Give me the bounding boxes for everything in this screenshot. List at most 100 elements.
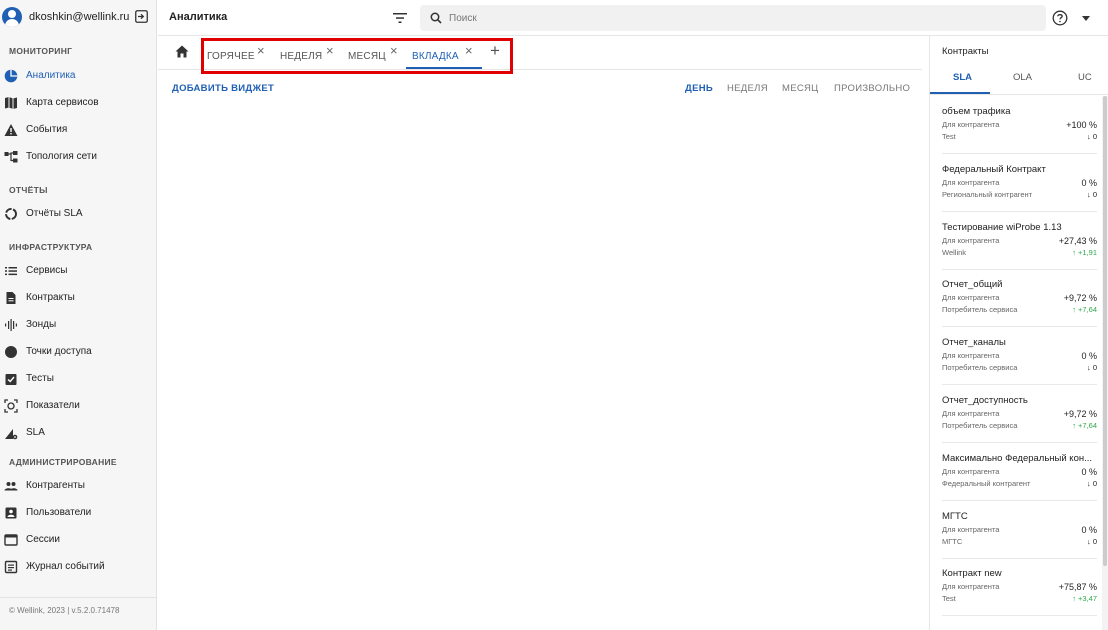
list-icon [5,267,17,276]
contract-delta: ↑ +3,47 [1072,594,1097,604]
divider [930,94,1108,95]
contract-card[interactable]: Контракт new Для контрагента +75,87 % Test ↑… [942,568,1097,626]
sidebar-item-services[interactable]: Сервисы [0,260,157,282]
tab-sla[interactable]: SLA [953,72,972,83]
contract-name: Отчет_каналы [942,337,1006,349]
sidebar-item-access-points[interactable]: Точки доступа [0,341,157,363]
contract-counterparty: Test [942,132,956,141]
contract-label: Для контрагента [942,582,1000,592]
contract-value: +100 % [1066,120,1097,130]
user-email[interactable]: dkoshkin@wellink.ru [29,11,129,23]
checklist-icon [5,374,17,385]
search-input[interactable] [449,9,1029,27]
sidebar-item-events[interactable]: События [0,119,157,141]
contract-card[interactable]: Отчет_доступность Для контрагента +9,72 % П… [942,395,1097,453]
sidebar-item-probes[interactable]: Зонды [0,314,157,336]
filter-icon[interactable] [393,12,407,24]
highlight-annotation [201,38,513,74]
contract-card[interactable]: Отчет_общий Для контрагента +9,72 % Потреби… [942,279,1097,337]
sidebar-item-indicators[interactable]: Показатели [0,395,157,417]
version-footer: © Wellink, 2023 | v.5.2.0.71478 [9,606,120,615]
page-title: Аналитика [169,11,228,23]
pie-chart-icon [4,69,18,83]
sidebar-item-label: Отчёты SLA [26,208,83,219]
period-day-button[interactable]: ДЕНЬ [685,83,713,94]
sidebar-item-topology[interactable]: Топология сети [0,146,157,168]
add-widget-button[interactable]: ДОБАВИТЬ ВИДЖЕТ [172,83,274,94]
sidebar-item-tests[interactable]: Тесты [0,368,157,390]
scrollbar-thumb[interactable] [1103,96,1107,566]
contract-label: Для контрагента [942,293,1000,303]
sidebar-item-service-map[interactable]: Карта сервисов [0,92,157,114]
contract-delta: ↓ 0 [1086,363,1097,373]
sidebar-item-counterparties[interactable]: Контрагенты [0,475,157,497]
divider [942,499,1097,501]
contract-card[interactable]: Отчет_каналы Для контрагента 0 % Потребител… [942,337,1097,395]
contract-counterparty: Потребитель сервиса [942,305,1018,315]
search-box[interactable] [420,5,1046,31]
contract-card[interactable]: МГТС Для контрагента 0 % МГТС ↓ 0 [942,511,1097,569]
home-icon[interactable] [175,45,189,58]
contract-delta: ↑ +7,64 [1072,421,1097,430]
contract-name: Максимально Федеральный кон... [942,452,1093,464]
contract-delta: ↓ 0 [1086,189,1097,199]
sidebar: dkoshkin@wellink.ru МОНИТОРИНГ Аналитика… [0,0,157,630]
warning-icon [4,124,18,136]
tab-uc[interactable]: UC [1078,72,1092,83]
sidebar-item-analytics[interactable]: Аналитика [0,65,157,87]
signal-icon [5,319,17,331]
contract-delta: ↓ 0 [1086,132,1097,141]
contract-value: 0 % [1081,524,1097,535]
sidebar-item-label: Показатели [26,400,80,411]
period-month-button[interactable]: МЕСЯЦ [782,83,819,94]
contract-value: +27,43 % [1058,235,1097,246]
contract-name: объем трафика [942,106,1011,117]
sidebar-item-label: Топология сети [26,151,97,162]
sidebar-item-label: Контракты [26,292,75,303]
contract-card[interactable]: объем трафика Для контрагента +100 % Test ↓ … [942,106,1097,164]
chevron-down-icon[interactable] [1082,16,1090,21]
contract-counterparty: Потребитель сервиса [942,363,1018,373]
divider [942,210,1097,212]
sidebar-item-label: SLA [26,427,45,438]
section-administration: АДМИНИСТРИРОВАНИЕ [9,457,117,467]
contract-label: Для контрагента [942,177,1000,187]
user-menu[interactable]: dkoshkin@wellink.ru [0,0,157,36]
contract-value: 0 % [1081,466,1097,477]
panel-title: Контракты [942,46,989,57]
divider [942,268,1097,270]
contract-counterparty: Федеральный контрагент [942,478,1031,488]
sidebar-item-sla-reports[interactable]: Отчёты SLA [0,203,157,225]
contract-name: МГТС [942,510,968,522]
contract-card[interactable]: Федеральный Контракт Для контрагента 0 % Ре… [942,164,1097,222]
sidebar-item-sla[interactable]: SLA [0,422,157,444]
contract-counterparty: Региональный контрагент [942,189,1033,199]
contract-name: Федеральный Контракт [942,163,1046,175]
tab-ola[interactable]: OLA [1013,72,1032,83]
period-custom-button[interactable]: ПРОИЗВОЛЬНО [834,83,910,94]
divider [942,384,1097,386]
collapse-sidebar-icon[interactable] [135,10,148,23]
divider [942,153,1097,154]
sidebar-item-contracts[interactable]: Контракты [0,287,157,309]
sidebar-item-label: События [26,124,68,135]
period-week-button[interactable]: НЕДЕЛЯ [727,83,768,94]
sidebar-item-event-log[interactable]: Журнал событий [0,556,157,578]
contract-value: +75,87 % [1058,582,1097,593]
sidebar-item-users[interactable]: Пользователи [0,502,157,524]
contract-label: Для контрагента [942,409,1000,418]
contract-counterparty: Потребитель сервиса [942,421,1018,430]
contract-name: Контракт new [942,568,1002,580]
help-icon[interactable] [1052,10,1068,26]
contract-card[interactable]: Тестирование wiProbe 1.13 Для контрагента… [942,222,1097,280]
contract-card[interactable]: Максимально Федеральный кон... Для контра… [942,453,1097,511]
search-icon [430,12,442,24]
sidebar-item-sessions[interactable]: Сессии [0,529,157,551]
contract-value: +9,72 % [1063,293,1097,304]
contract-name: Отчет_доступность [942,395,1028,406]
avatar[interactable] [2,7,22,27]
top-header: Аналитика [158,0,1108,36]
contract-counterparty: Test [942,594,956,604]
user-card-icon [5,507,17,519]
divider [942,442,1097,443]
